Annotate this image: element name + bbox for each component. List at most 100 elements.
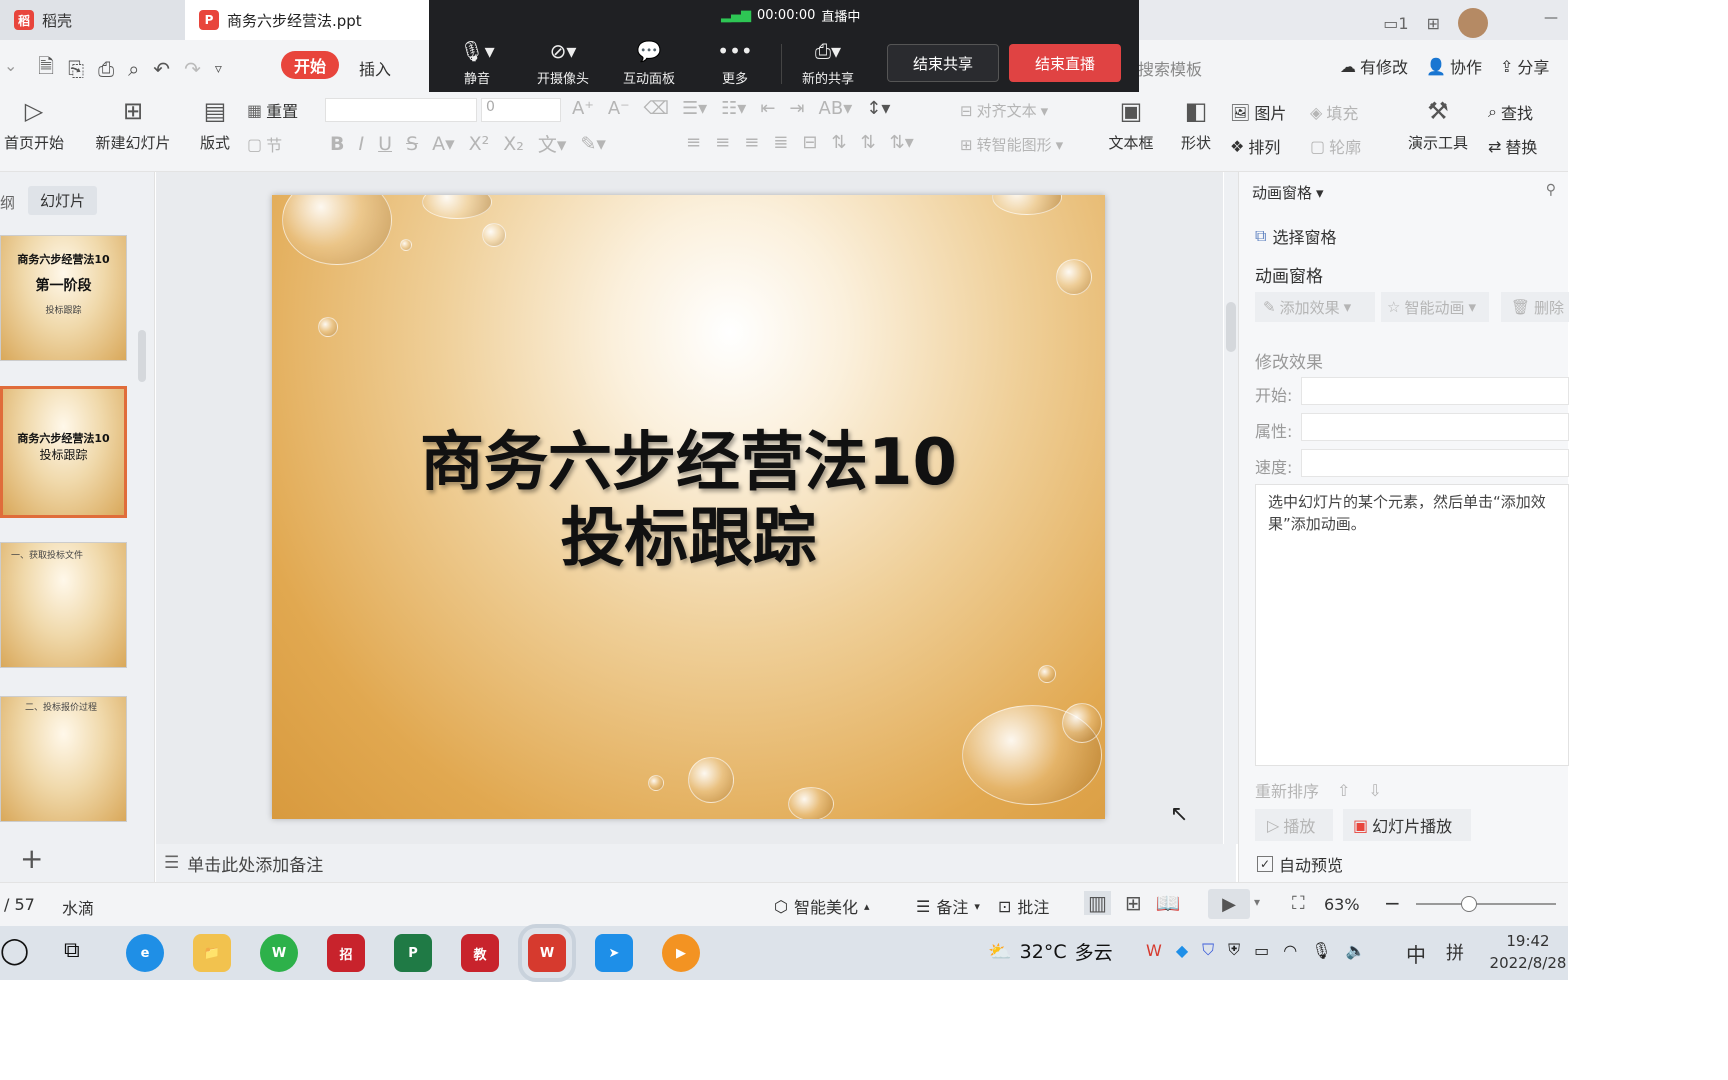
- slide-canvas[interactable]: 商务六步经营法10 投标跟踪: [272, 195, 1105, 819]
- zoom-level[interactable]: 63%: [1324, 895, 1360, 914]
- pinyin-icon[interactable]: 文▾: [538, 130, 567, 157]
- wechat-icon[interactable]: W: [260, 934, 298, 972]
- superscript-icon[interactable]: X²: [469, 133, 490, 155]
- italic-icon[interactable]: I: [358, 133, 364, 155]
- chevron-down-icon[interactable]: ⌄: [4, 56, 17, 75]
- delete-button[interactable]: 🗑 删除: [1501, 292, 1569, 322]
- line-spacing-icon[interactable]: ↕▾: [866, 98, 890, 119]
- camera-button[interactable]: ⊘▾ 开摄像头: [523, 40, 603, 87]
- play-button[interactable]: ▷ 播放: [1255, 809, 1333, 841]
- start-select[interactable]: [1301, 377, 1569, 405]
- clear-format-icon[interactable]: ⌫: [644, 98, 669, 119]
- spacing-after-icon[interactable]: ⇅▾: [890, 132, 914, 153]
- ime-indicator[interactable]: 中: [1406, 939, 1426, 968]
- minimize-icon[interactable]: —: [1544, 10, 1558, 26]
- new-slide-button[interactable]: ⊞ 新建幻灯片: [84, 96, 182, 153]
- cortana-icon[interactable]: ◯: [0, 936, 29, 966]
- reset-button[interactable]: ▦ 重置: [247, 98, 298, 122]
- highlight-icon[interactable]: ✎▾: [580, 133, 605, 155]
- new-share-button[interactable]: ⎙▾ 新的共享: [788, 40, 868, 87]
- decrease-font-icon[interactable]: A⁻: [608, 98, 630, 119]
- education-app-icon[interactable]: 教: [461, 934, 499, 972]
- speed-select[interactable]: [1301, 449, 1569, 477]
- comment-button[interactable]: ⊡ 批注: [998, 894, 1049, 918]
- layout-button[interactable]: ▤ 版式: [190, 96, 240, 153]
- ime-mode[interactable]: 拼: [1446, 939, 1464, 965]
- smart-art-button[interactable]: ⊞ 转智能图形 ▾: [960, 134, 1063, 155]
- slide-title[interactable]: 商务六步经营法10 投标跟踪: [272, 425, 1105, 577]
- collab-button[interactable]: 👤 协作: [1426, 54, 1482, 78]
- preview-icon[interactable]: ⌕: [128, 57, 139, 81]
- smart-animation-button[interactable]: ☆ 智能动画 ▾: [1381, 292, 1489, 322]
- property-select[interactable]: [1301, 413, 1569, 441]
- battery-icon[interactable]: ▭: [1254, 941, 1269, 960]
- pin-icon[interactable]: ⚲: [1546, 182, 1556, 198]
- sorter-view-icon[interactable]: ⊞: [1125, 891, 1142, 915]
- fill-button[interactable]: ◈ 填充: [1310, 100, 1358, 124]
- slideshow-button[interactable]: ▣ 幻灯片播放: [1343, 809, 1471, 841]
- interact-panel-button[interactable]: 💬 互动面板: [609, 40, 689, 87]
- file-explorer-icon[interactable]: 📁: [193, 934, 231, 972]
- tab-start[interactable]: 开始: [281, 51, 339, 79]
- edge-icon[interactable]: e: [126, 934, 164, 972]
- fit-window-icon[interactable]: ⛶: [1292, 893, 1305, 914]
- vertical-scrollbar[interactable]: [1224, 172, 1238, 844]
- align-left-icon[interactable]: ≡: [686, 132, 701, 153]
- justify-icon[interactable]: ≣: [773, 132, 788, 153]
- zoom-slider-handle[interactable]: [1461, 896, 1477, 912]
- more-button[interactable]: ••• 更多: [695, 40, 775, 87]
- underline-icon[interactable]: U: [378, 133, 392, 155]
- export-icon[interactable]: ⎘: [68, 57, 84, 81]
- increase-indent-icon[interactable]: ⇥: [789, 98, 804, 119]
- distribute-icon[interactable]: ⊟: [802, 132, 817, 153]
- tab-slides[interactable]: 幻灯片: [28, 186, 98, 215]
- section-button[interactable]: ▢ 节: [247, 132, 282, 156]
- security-icon[interactable]: ⛨: [1228, 940, 1240, 960]
- search-template[interactable]: 搜索模板: [1138, 56, 1202, 80]
- wps-tray-icon[interactable]: W: [1146, 941, 1162, 960]
- tab-insert[interactable]: 插入: [359, 56, 391, 80]
- reading-view-icon[interactable]: 📖: [1156, 891, 1181, 915]
- picture-button[interactable]: 🖼 图片: [1230, 100, 1286, 124]
- add-effect-button[interactable]: ✎ 添加效果 ▾: [1255, 292, 1375, 322]
- theme-name[interactable]: 水滴: [62, 895, 94, 919]
- text-direction-icon[interactable]: AB▾: [819, 98, 853, 119]
- project-icon[interactable]: P: [394, 934, 432, 972]
- font-name-select[interactable]: [325, 98, 477, 122]
- tab-outline[interactable]: 纲: [0, 192, 15, 213]
- zoom-slider[interactable]: [1416, 903, 1556, 905]
- replace-button[interactable]: ⇄ 替换: [1488, 134, 1537, 158]
- has-changes-button[interactable]: ☁ 有修改: [1340, 54, 1408, 78]
- align-center-icon[interactable]: ≡: [715, 132, 730, 153]
- end-share-button[interactable]: 结束共享: [887, 44, 999, 82]
- add-slide-button[interactable]: +: [20, 842, 43, 875]
- shape-button[interactable]: ◧ 形状: [1172, 96, 1220, 153]
- beautify-button[interactable]: ⬡ 智能美化 ▴: [774, 894, 870, 918]
- volume-icon[interactable]: 🔈: [1346, 941, 1366, 960]
- move-down-icon[interactable]: ⇩: [1368, 781, 1381, 800]
- align-text-button[interactable]: ⊟ 对齐文本 ▾: [960, 100, 1048, 121]
- auto-preview-toggle[interactable]: ✓ 自动预览: [1257, 852, 1343, 876]
- feishu-tray-icon[interactable]: ◆: [1176, 941, 1188, 960]
- clock[interactable]: 19:42 2022/8/28: [1488, 930, 1568, 974]
- redo-icon[interactable]: ↷: [184, 57, 201, 81]
- pane-header[interactable]: 动画窗格 ▾: [1252, 182, 1324, 203]
- notes-toggle-button[interactable]: ☰ 备注 ▾: [916, 894, 980, 918]
- slide-thumbnail[interactable]: 二、投标报价过程: [0, 696, 127, 822]
- shield-icon[interactable]: ⛉: [1202, 940, 1214, 960]
- print-icon[interactable]: ⎙: [98, 57, 114, 81]
- align-right-icon[interactable]: ≡: [744, 132, 759, 153]
- increase-font-icon[interactable]: A⁺: [572, 98, 594, 119]
- bold-icon[interactable]: B: [330, 133, 344, 155]
- scrollbar-thumb[interactable]: [1226, 302, 1236, 352]
- decrease-indent-icon[interactable]: ⇤: [760, 98, 775, 119]
- task-view-icon[interactable]: ⧉: [64, 938, 80, 963]
- normal-view-icon[interactable]: ▥: [1084, 891, 1111, 915]
- paragraph-spacing-icon[interactable]: ⇅: [831, 132, 846, 153]
- video-app-icon[interactable]: ▶: [662, 934, 700, 972]
- checkbox-checked-icon[interactable]: ✓: [1257, 856, 1273, 872]
- font-color-icon[interactable]: A▾: [432, 133, 455, 155]
- avatar[interactable]: [1458, 8, 1488, 38]
- tab-docer[interactable]: 稻 稻壳: [0, 0, 185, 40]
- select-pane-button[interactable]: ⧉ 选择窗格: [1255, 224, 1336, 248]
